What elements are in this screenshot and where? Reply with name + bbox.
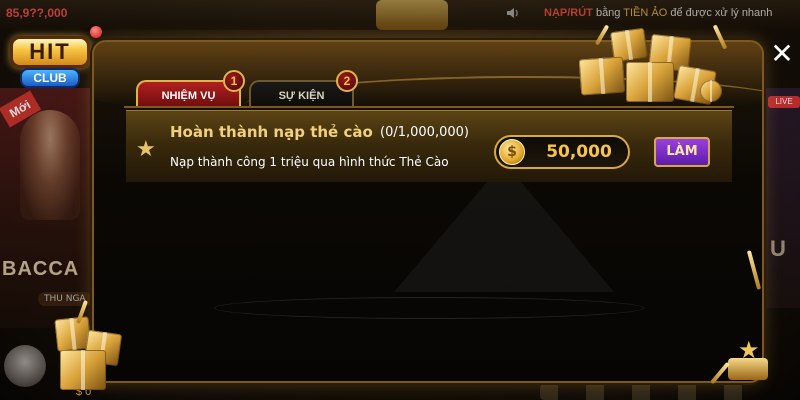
tab-missions[interactable]: NHIỆM VỤ 1	[136, 70, 245, 108]
coin-icon: $	[499, 139, 525, 165]
mission-progress: (0/1,000,000)	[380, 125, 469, 140]
lobby-dealer-figure	[20, 110, 80, 220]
lobby-center-logo	[376, 0, 448, 30]
tab-divider	[124, 106, 734, 108]
mission-row: ★ Hoàn thành nạp thẻ cào (0/1,000,000) N…	[126, 110, 732, 182]
tab-events[interactable]: SỰ KIỆN 2	[249, 70, 358, 108]
reward-value: 50,000	[546, 142, 612, 162]
lobby-bottom-nav	[540, 384, 770, 400]
close-icon[interactable]: ✕	[768, 40, 796, 68]
logo-club-text: CLUB	[20, 68, 80, 88]
lobby-right-game-title: U	[770, 236, 786, 261]
ticker-part-4: để được xử lý nhanh	[667, 7, 773, 19]
mission-description: Nạp thành công 1 triệu qua hình thức Thẻ…	[170, 155, 449, 169]
tab-events-badge: 2	[336, 70, 358, 92]
lobby-right-game-banner	[765, 88, 800, 308]
speaker-icon	[507, 8, 518, 18]
hit-club-logo: HIT CLUB	[6, 24, 102, 100]
mission-title: Hoàn thành nạp thẻ cào	[170, 123, 373, 141]
ticker-part-3: TIỀN ẢO	[623, 7, 668, 19]
star-icon: ★	[136, 137, 156, 162]
avatar	[4, 345, 46, 387]
lobby-live-badge: LIVE	[768, 96, 800, 108]
tab-missions-badge: 1	[223, 70, 245, 92]
tab-events-label: SỰ KIỆN	[278, 90, 325, 102]
reward-badge: $ 50,000	[494, 135, 630, 169]
ticker-part-2: bằng	[592, 7, 624, 19]
tab-missions-label: NHIỆM VỤ	[161, 90, 216, 102]
lobby-balance: 85,9??,000	[6, 6, 68, 20]
notification-dot-icon	[90, 26, 102, 38]
ticker-part-1: NẠP/RÚT	[544, 7, 593, 19]
modal-decor-floor	[214, 297, 644, 319]
logo-hit-text: HIT	[10, 36, 90, 68]
do-mission-button[interactable]: LÀM	[654, 137, 710, 167]
lobby-left-game-title: BACCA	[2, 258, 80, 280]
lobby-news-ticker: NẠP/RÚT bằng TIỀN ẢO để được xử lý nhanh	[544, 7, 772, 19]
